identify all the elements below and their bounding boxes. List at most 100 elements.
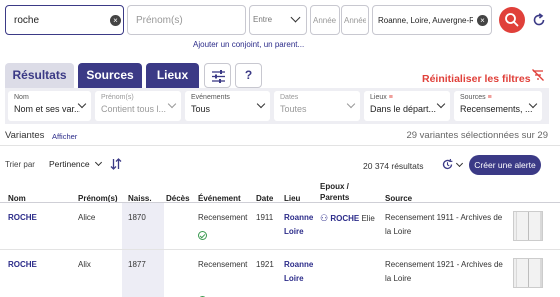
row-date: 1911 — [256, 213, 274, 222]
clear-name-icon[interactable]: × — [110, 15, 121, 26]
chevron-down-icon — [455, 159, 464, 168]
search-icon — [505, 13, 519, 27]
col-header-spouse: Epoux / — [320, 182, 349, 191]
tab-places[interactable]: Lieux — [146, 63, 199, 88]
row-source-line2: la Loire — [385, 227, 412, 236]
chevron-down-icon — [290, 12, 301, 23]
settings-sliders-button[interactable] — [204, 63, 231, 88]
row-birth: 1870 — [128, 213, 146, 222]
sort-direction-icon[interactable] — [110, 158, 122, 170]
row-source-line1: Recensement 1921 - Archives de — [385, 260, 503, 269]
filter-events-value: Tous — [191, 104, 211, 114]
filter-places-label-text: Lieux — [370, 94, 387, 101]
divider — [0, 145, 560, 146]
row-parent[interactable]: ⚇ ROCHE Elie — [320, 211, 375, 226]
filter-dates-value: Toutes — [280, 104, 307, 114]
filter-name-value: Nom et ses var... — [14, 104, 80, 114]
history-button[interactable] — [441, 158, 464, 172]
filter-dates-label: Dates — [280, 94, 299, 101]
chevron-down-icon — [94, 158, 103, 167]
row-birth: 1877 — [128, 260, 146, 269]
row-event: Recensement — [198, 260, 248, 269]
filter-active-icon: ≡ — [388, 94, 393, 101]
filter-events[interactable]: Evénements Tous — [185, 91, 270, 121]
filter-events-label: Evénements — [191, 94, 230, 101]
place-field[interactable]: × — [372, 5, 492, 35]
filter-first-name-value: Contient tous l... — [101, 104, 167, 114]
row-name-link[interactable]: ROCHE — [8, 258, 37, 272]
source-thumbnail[interactable] — [513, 211, 543, 241]
row-place-dept: Loire — [284, 227, 304, 236]
name-field[interactable]: × — [5, 5, 124, 35]
filter-sources-label: Sources ≡ — [460, 94, 492, 101]
row-parent-first: Elie — [361, 214, 375, 223]
filter-first-name-label: Prénom(s) — [101, 94, 134, 101]
filter-sources[interactable]: Sources ≡ Recensements, ... — [454, 91, 542, 121]
search-button[interactable] — [499, 7, 525, 33]
verified-check-icon — [198, 231, 207, 240]
row-place-dept: Loire — [284, 274, 304, 283]
row-source: Recensement 1921 - Archives de la Loire — [385, 258, 510, 286]
row-date: 1921 — [256, 260, 274, 269]
year-from-field[interactable] — [310, 5, 340, 35]
reset-filters-button[interactable]: Réinitialiser les filtres — [422, 69, 531, 87]
date-mode-value: Entre — [253, 15, 273, 24]
row-divider — [0, 249, 560, 250]
filter-active-icon: ≡ — [487, 94, 492, 101]
variants-selected-text: 29 variantes sélectionnées sur 29 — [406, 130, 548, 141]
name-input[interactable] — [6, 6, 123, 34]
filter-sources-label-text: Sources — [460, 94, 486, 101]
year-to-input[interactable] — [342, 6, 368, 34]
filter-first-name[interactable]: Prénom(s) Contient tous l... — [95, 91, 181, 121]
sort-label: Trier par — [5, 160, 35, 169]
row-source: Recensement 1911 - Archives de la Loire — [385, 211, 510, 239]
first-name-field[interactable] — [127, 5, 246, 35]
parent-icon: ⚇ — [320, 213, 329, 223]
refresh-icon[interactable] — [531, 12, 547, 28]
tab-results[interactable]: Résultats — [5, 63, 74, 88]
row-place-city: Roanne — [284, 260, 314, 269]
year-from-input[interactable] — [311, 6, 339, 34]
row-source-line2: la Loire — [385, 274, 412, 283]
row-parent-name: ROCHE — [330, 214, 360, 223]
filter-places[interactable]: Lieux ≡ Dans le départ... — [364, 91, 450, 121]
row-first-name: Alix — [78, 260, 91, 269]
show-variants-link[interactable]: Afficher — [52, 132, 77, 141]
clear-place-icon[interactable]: × — [477, 15, 488, 26]
chevron-down-icon — [346, 99, 356, 109]
place-input[interactable] — [373, 6, 491, 34]
tab-results-label: Résultats — [12, 68, 67, 82]
filter-places-label: Lieux ≡ — [370, 94, 393, 101]
year-to-field[interactable] — [341, 5, 369, 35]
chevron-down-icon — [256, 99, 266, 109]
question-icon: ? — [244, 68, 253, 82]
tab-places-label: Lieux — [156, 68, 189, 82]
filter-places-value: Dans le départ... — [370, 104, 437, 114]
first-name-input[interactable] — [128, 6, 245, 34]
chevron-down-icon — [436, 99, 446, 109]
row-name-link[interactable]: ROCHE — [8, 211, 37, 225]
results-count: 20 374 résultats — [363, 161, 424, 171]
create-alert-button[interactable]: Créer une alerte — [469, 155, 541, 175]
variants-label: Variantes — [5, 130, 45, 141]
filter-off-icon[interactable] — [531, 69, 545, 81]
header-divider — [0, 202, 560, 203]
source-thumbnail[interactable] — [513, 258, 543, 288]
chevron-down-icon — [167, 99, 177, 109]
tab-sources[interactable]: Sources — [78, 63, 142, 88]
add-spouse-link[interactable]: Ajouter un conjoint, un parent... — [193, 40, 304, 49]
filter-dates[interactable]: Dates Toutes — [274, 91, 360, 121]
col-header-spouse-parents: Epoux / Parents — [320, 181, 349, 203]
sort-value: Pertinence — [49, 159, 90, 169]
row-place-link[interactable]: Roanne Loire — [284, 211, 313, 239]
help-button[interactable]: ? — [235, 63, 262, 88]
row-place-link[interactable]: Roanne Loire — [284, 258, 313, 286]
row-place-city: Roanne — [284, 213, 314, 222]
sort-select[interactable]: Pertinence — [49, 158, 103, 169]
row-event: Recensement — [198, 213, 248, 222]
date-mode-select[interactable]: Entre — [249, 5, 307, 35]
filter-name[interactable]: Nom Nom et ses var... — [8, 91, 91, 121]
history-icon — [442, 158, 453, 170]
tab-sources-label: Sources — [86, 68, 134, 82]
reset-filters-label: Réinitialiser les filtres — [422, 73, 531, 85]
